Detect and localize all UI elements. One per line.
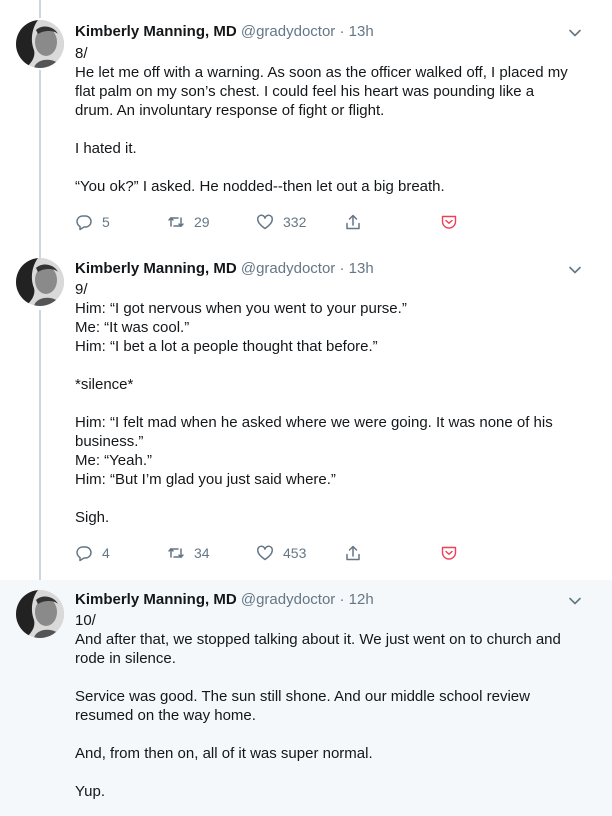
tweet-line: *silence*	[75, 376, 134, 393]
tweet-line: And, from then on, all of it was super n…	[75, 745, 373, 762]
heart-icon	[257, 214, 273, 230]
reply-count: 5	[102, 214, 110, 230]
tweet-line: rode in silence.	[75, 650, 176, 667]
tweet-header: Kimberly Manning, MD @gradydoctor · 12h	[75, 590, 374, 610]
timestamp[interactable]: 12h	[349, 591, 374, 608]
tweet-8[interactable]: Kimberly Manning, MD @gradydoctor · 13h …	[0, 0, 612, 248]
author-handle[interactable]: @gradydoctor	[241, 23, 335, 40]
tweet-actions: 4 34 453	[75, 544, 465, 564]
chevron-down-icon[interactable]	[568, 263, 582, 277]
tweet-line	[75, 725, 590, 744]
retweet-icon	[168, 548, 184, 558]
share-button[interactable]	[344, 544, 362, 562]
tweet-text: 8/ He let me off with a warning. As soon…	[75, 44, 590, 196]
tweet-header: Kimberly Manning, MD @gradydoctor · 13h	[75, 22, 374, 42]
tweet-text: 9/ Him: “I got nervous when you went to …	[75, 280, 590, 527]
timestamp[interactable]: 13h	[349, 23, 374, 40]
tweet-line: “You ok?” I asked. He nodded--then let o…	[75, 178, 445, 195]
pocket-icon	[441, 215, 457, 229]
tweet-9[interactable]: Kimberly Manning, MD @gradydoctor · 13h …	[0, 248, 612, 580]
like-count: 332	[283, 214, 307, 230]
tweet-actions: 5 29 332	[75, 213, 465, 233]
tweet-line: Him: “I bet a lot a people thought that …	[75, 338, 378, 355]
author-name[interactable]: Kimberly Manning, MD	[75, 23, 237, 40]
tweet-line: Sigh.	[75, 509, 110, 526]
tweet-line: Me: “Yeah.”	[75, 452, 152, 469]
avatar[interactable]	[16, 258, 64, 306]
author-handle[interactable]: @gradydoctor	[241, 591, 335, 608]
like-count: 453	[283, 545, 307, 561]
retweet-button[interactable]: 34	[167, 544, 210, 562]
tweet-line: business.”	[75, 433, 144, 450]
share-button[interactable]	[344, 213, 362, 231]
tweet-line: Him: “But I’m glad you just said where.”	[75, 471, 336, 488]
retweet-count: 29	[194, 214, 210, 230]
tweet-header: Kimberly Manning, MD @gradydoctor · 13h	[75, 259, 374, 279]
retweet-count: 34	[194, 545, 210, 561]
tweet-line	[75, 489, 590, 508]
tweet-text: 10/ And after that, we stopped talking a…	[75, 611, 590, 801]
heart-icon	[257, 545, 273, 561]
tweet-line	[75, 356, 590, 375]
avatar[interactable]	[16, 20, 64, 68]
pocket-icon	[441, 546, 457, 560]
tweet-10[interactable]: Kimberly Manning, MD @gradydoctor · 12h …	[0, 580, 612, 816]
tweet-line: Me: “It was cool.”	[75, 319, 190, 336]
retweet-icon	[168, 217, 184, 227]
timestamp[interactable]: 13h	[349, 260, 374, 277]
tweet-line: Service was good. The sun still shone. A…	[75, 688, 530, 705]
tweet-line: Yup.	[75, 783, 106, 800]
separator: ·	[339, 23, 345, 40]
tweet-line: I hated it.	[75, 140, 137, 157]
author-name[interactable]: Kimberly Manning, MD	[75, 260, 237, 277]
reply-icon	[76, 546, 92, 562]
reply-icon	[76, 215, 92, 231]
pocket-button[interactable]	[440, 213, 458, 231]
tweet-line: 10/	[75, 612, 96, 629]
like-button[interactable]: 332	[256, 213, 306, 231]
chevron-down-icon[interactable]	[568, 594, 582, 608]
reply-button[interactable]: 4	[75, 544, 110, 562]
share-icon	[346, 545, 360, 561]
separator: ·	[339, 260, 345, 277]
tweet-line	[75, 120, 590, 139]
retweet-button[interactable]: 29	[167, 213, 210, 231]
tweet-line: 8/	[75, 45, 88, 62]
reply-button[interactable]: 5	[75, 213, 110, 231]
author-name[interactable]: Kimberly Manning, MD	[75, 591, 237, 608]
tweet-line: resumed on the way home.	[75, 707, 256, 724]
tweet-line: Him: “I felt mad when he asked where we …	[75, 414, 553, 431]
reply-count: 4	[102, 545, 110, 561]
tweet-line	[75, 158, 590, 177]
tweet-line	[75, 763, 590, 782]
tweet-line	[75, 394, 590, 413]
tweet-line	[75, 668, 590, 687]
tweet-line: drum. An involuntary response of fight o…	[75, 102, 385, 119]
tweet-line: Him: “I got nervous when you went to you…	[75, 300, 407, 317]
author-handle[interactable]: @gradydoctor	[241, 260, 335, 277]
chevron-down-icon[interactable]	[568, 26, 582, 40]
separator: ·	[339, 591, 345, 608]
share-icon	[346, 214, 360, 230]
like-button[interactable]: 453	[256, 544, 306, 562]
pocket-button[interactable]	[440, 544, 458, 562]
avatar[interactable]	[16, 590, 64, 638]
tweet-line: flat palm on my son’s chest. I could fee…	[75, 83, 535, 100]
tweet-thread: Kimberly Manning, MD @gradydoctor · 13h …	[0, 0, 612, 816]
tweet-line: And after that, we stopped talking about…	[75, 631, 561, 648]
tweet-line: 9/	[75, 281, 88, 298]
tweet-line: He let me off with a warning. As soon as…	[75, 64, 568, 81]
